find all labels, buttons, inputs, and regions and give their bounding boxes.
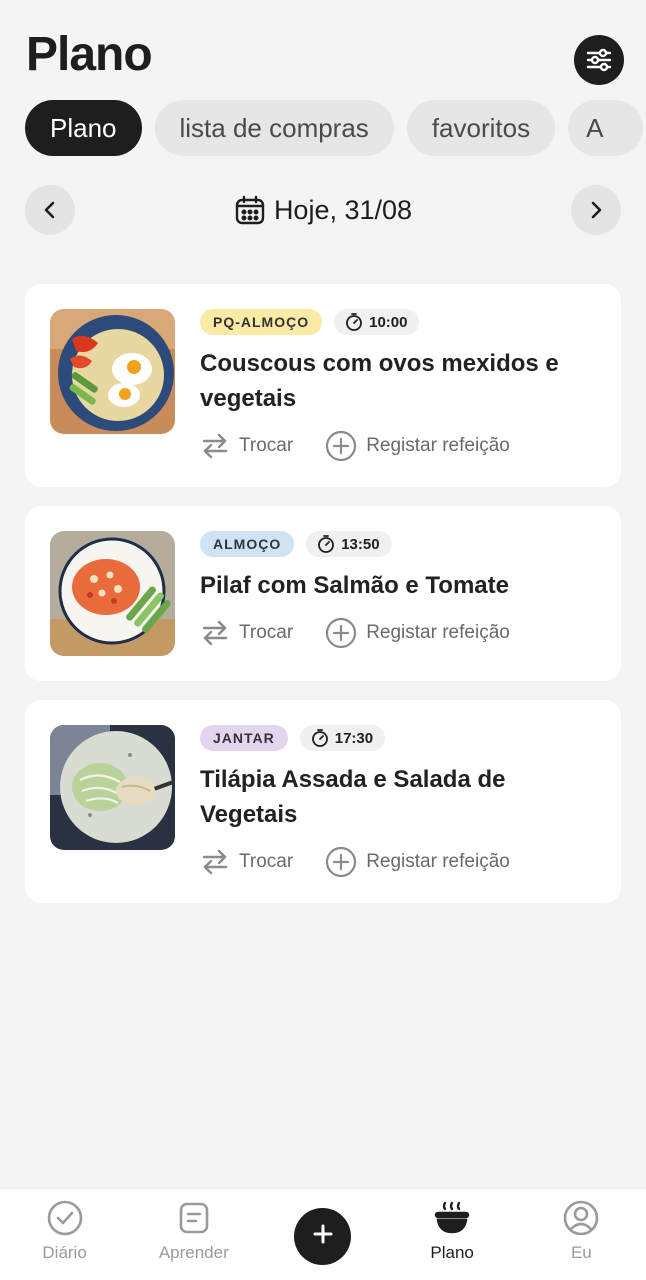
chevron-right-icon	[591, 201, 602, 219]
tab-plano[interactable]: Plano	[25, 100, 142, 156]
meal-actions: Trocar Registar refeição	[200, 430, 596, 462]
meal-card[interactable]: JANTAR 17:30 Tilápia Assada e Salada de …	[25, 700, 621, 903]
meal-image	[50, 725, 175, 850]
meal-details: ALMOÇO 13:50 Pilaf com Salmão e Tomate T…	[200, 531, 596, 656]
date-navigator: Hoje, 31/08	[25, 185, 621, 235]
meal-image	[50, 309, 175, 434]
nav-item-plano[interactable]: Plano	[392, 1189, 512, 1263]
meal-meta: ALMOÇO 13:50	[200, 531, 596, 557]
meal-details: PQ-ALMOÇO 10:00 Couscous com ovos mexido…	[200, 309, 596, 462]
current-date[interactable]: Hoje, 31/08	[234, 194, 412, 226]
meal-title: Couscous com ovos mexidos e vegetais	[200, 350, 559, 412]
nav-label-eu: Eu	[570, 1243, 592, 1262]
chevron-left-icon	[44, 201, 55, 219]
filter-button[interactable]	[574, 35, 624, 85]
meal-meta: JANTAR 17:30	[200, 725, 596, 751]
log-meal-label: Registar refeição	[366, 851, 510, 872]
swap-button[interactable]: Trocar	[200, 618, 293, 648]
log-meal-label: Registar refeição	[366, 435, 510, 456]
meal-card[interactable]: ALMOÇO 13:50 Pilaf com Salmão e Tomate T…	[25, 506, 621, 681]
meal-list: PQ-ALMOÇO 10:00 Couscous com ovos mexido…	[25, 284, 621, 922]
swap-label: Trocar	[239, 851, 294, 872]
plus-icon	[313, 1224, 333, 1243]
sliders-icon	[586, 48, 612, 72]
profile-icon	[564, 1200, 599, 1236]
swap-icon	[202, 433, 228, 459]
tab-favoritos[interactable]: favoritos	[406, 100, 556, 156]
log-meal-label: Registar refeição	[366, 622, 510, 643]
nav-item-add[interactable]	[263, 1189, 383, 1265]
page-title: Plano	[26, 27, 153, 81]
meal-type-badge: PQ-ALMOÇO	[200, 309, 323, 335]
plus-circle-icon	[326, 846, 357, 878]
notebook-icon	[179, 1202, 209, 1234]
swap-icon	[202, 620, 228, 646]
date-label: Hoje, 31/08	[273, 194, 413, 225]
meal-title: Pilaf com Salmão e Tomate	[200, 572, 509, 599]
swap-label: Trocar	[239, 435, 294, 456]
calendar-icon	[235, 195, 265, 225]
plus-circle-icon	[326, 617, 357, 649]
nav-label-plano: Plano	[430, 1243, 474, 1262]
bowl-icon	[434, 1201, 470, 1234]
swap-icon	[202, 849, 228, 875]
tab-partial[interactable]: A	[568, 100, 644, 156]
stopwatch-icon	[311, 729, 328, 747]
meal-time-value: 13:50	[341, 535, 380, 553]
meal-time: 17:30	[299, 725, 386, 751]
stopwatch-icon	[346, 313, 363, 331]
nav-label-aprender: Aprender	[158, 1243, 229, 1262]
meal-card[interactable]: PQ-ALMOÇO 10:00 Couscous com ovos mexido…	[25, 284, 621, 487]
nav-item-aprender[interactable]: Aprender	[134, 1189, 254, 1263]
meal-image	[50, 531, 175, 656]
swap-button[interactable]: Trocar	[200, 431, 293, 461]
meal-time: 13:50	[306, 531, 392, 557]
meal-actions: Trocar Registar refeição	[200, 846, 596, 878]
log-meal-button[interactable]: Registar refeição	[325, 846, 510, 878]
meal-details: JANTAR 17:30 Tilápia Assada e Salada de …	[200, 725, 596, 878]
nav-item-eu[interactable]: Eu	[521, 1189, 641, 1263]
nav-item-diario[interactable]: Diário	[5, 1189, 125, 1263]
check-circle-icon	[47, 1200, 82, 1236]
previous-day-button[interactable]	[25, 185, 75, 235]
stopwatch-icon	[318, 535, 335, 553]
log-meal-button[interactable]: Registar refeição	[325, 617, 510, 649]
tab-bar: Plano lista de compras favoritos A	[25, 100, 646, 156]
header: Plano	[26, 24, 624, 85]
tab-lista-de-compras[interactable]: lista de compras	[154, 100, 394, 156]
nav-label-diario: Diário	[42, 1243, 87, 1262]
meal-time-value: 17:30	[334, 729, 374, 747]
meal-type-badge: JANTAR	[200, 725, 288, 751]
bottom-navigation: Diário Aprender Plano Eu	[0, 1188, 646, 1280]
meal-actions: Trocar Registar refeição	[200, 617, 596, 649]
next-day-button[interactable]	[570, 185, 621, 235]
meal-time: 10:00	[334, 309, 420, 335]
meal-title: Tilápia Assada e Salada de Vegetais	[200, 766, 506, 828]
swap-button[interactable]: Trocar	[200, 847, 293, 877]
swap-label: Trocar	[239, 622, 294, 643]
add-button[interactable]	[294, 1208, 352, 1265]
meal-meta: PQ-ALMOÇO 10:00	[200, 309, 596, 335]
meal-time-value: 10:00	[369, 313, 408, 331]
meal-type-badge: ALMOÇO	[200, 531, 295, 557]
plus-circle-icon	[326, 430, 357, 462]
log-meal-button[interactable]: Registar refeição	[325, 430, 510, 462]
